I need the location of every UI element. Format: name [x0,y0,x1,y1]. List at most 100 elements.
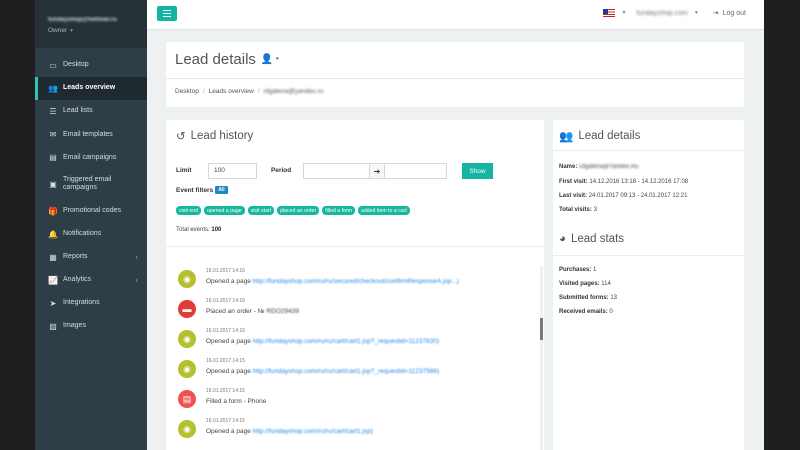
user-email: fundayshop@hotmail.ru [48,17,117,23]
tag-added-to-cart[interactable]: added item to a cart [358,206,410,215]
event-link[interactable]: http://fundayshop.com/ru/ru/cart/cart1.j… [253,428,373,435]
period-label: Period [271,167,292,174]
sidebar-item-images[interactable]: ▨ Images [35,315,147,338]
users-icon: 👥 [559,131,574,143]
period-start-input[interactable] [303,163,370,179]
scrollbar-thumb[interactable] [540,318,543,340]
total-events-value: 100 [211,227,222,233]
lead-last-visit: Last visit: 24.01.2017 09:13 - 24.01.201… [559,193,688,199]
sidebar-item-triggered-campaigns[interactable]: ▣ Triggered email campaigns [35,169,147,199]
stat-purchases: Purchases: 1 [559,267,597,273]
gift-icon: 🎁 [48,206,58,216]
page-title: Lead details 👤◔ [175,51,279,68]
chevron-left-icon: ‹ [135,252,138,262]
event-time: 16.01.2017 14:16 [206,328,245,334]
event-text: Filled a form - Phone [206,398,267,405]
limit-label: Limit [176,167,192,174]
sidebar-item-leads-overview[interactable]: 👥 Leads overview [35,77,147,101]
period-end-input[interactable] [384,163,447,179]
sidebar-item-desktop[interactable]: ▭ Desktop [35,54,147,77]
topbar-right: ▼ fundayshop.com ▼ ⇥ Log out [603,9,746,17]
sidebar-item-email-campaigns[interactable]: ▤ Email campaigns [35,146,147,169]
report-icon: ▦ [49,252,57,262]
sidebar-item-reports[interactable]: ▦ Reports ‹ [35,246,147,269]
sidebar-item-promotional-codes[interactable]: 🎁 Promotional codes [35,199,147,222]
eye-icon: ◉ [178,330,196,348]
eye-icon: ◉ [178,420,196,438]
arrow-right-icon: ➔ [370,163,384,179]
user-block[interactable]: fundayshop@hotmail.ru Owner ▼ [35,0,147,48]
credit-card-icon: ▬ [178,300,196,318]
sidebar-item-label: Integrations [63,299,100,307]
sidebar-item-label: Reports [63,252,88,260]
lead-details-panel: 👥 Lead details Name: Olgalena@Yandex.Ru … [553,120,744,450]
event-time: 16.01.2017 14:15 [206,418,245,424]
list-item: ◉ 16.01.2017 14:16 Opened a page http://… [166,264,506,294]
user-pie-icon: 👤◔ [260,54,280,65]
logout-button[interactable]: ⇥ Log out [712,9,746,18]
tag-opened-page[interactable]: opened a page [204,206,245,215]
logout-icon: ⇥ [712,10,719,17]
tag-filled-form[interactable]: filled a form [322,206,355,215]
users-icon: 👥 [48,84,58,94]
menu-toggle-button[interactable] [157,6,177,21]
breadcrumb-current: olgalena@yandex.ru [263,88,324,95]
chart-icon: 📈 [48,275,58,285]
event-time: 16.01.2017 14:15 [206,358,245,364]
lead-history-panel: ↺ Lead history Limit 100 Period ➔ Show E… [166,120,544,450]
event-text: Opened a page http://fundayshop.com/ru/r… [206,278,459,285]
lead-details-title: 👥 Lead details [559,130,641,143]
sidebar-item-integrations[interactable]: ➤ Integrations [35,292,147,315]
divider [166,78,744,79]
tag-placed-order[interactable]: placed an order [277,206,320,215]
list-item: ▬ 16.01.2017 14:16 Placed an order - № R… [166,294,506,324]
us-flag-icon[interactable] [603,9,616,17]
breadcrumb-desktop[interactable]: Desktop [175,88,199,95]
event-filters-label: Event filters All [176,186,228,194]
background-strip [764,0,800,450]
sidebar-item-label: Leads overview [63,84,116,92]
breadcrumb-leads-overview[interactable]: Leads overview [209,88,254,95]
event-time: 16.01.2017 14:15 [206,388,245,394]
event-filter-tags: visit end opened a page visit start plac… [176,206,410,215]
lead-stats-title: ◕ Lead stats [559,233,625,245]
sidebar-item-label: Lead lists [63,107,93,115]
eye-icon: ◉ [178,360,196,378]
logout-label: Log out [722,9,746,17]
list-item: ◉ 16.01.2017 14:15 Opened a page http://… [166,414,506,444]
tag-visit-start[interactable]: visit start [247,206,275,215]
scrollbar[interactable] [540,266,543,450]
event-time: 16.01.2017 14:16 [206,298,245,304]
list-icon: ☰ [49,107,57,117]
event-text: Opened a page http://fundayshop.com/ru/r… [206,428,373,435]
event-link[interactable]: http://fundayshop.com/ru/ru/secured/chec… [253,278,459,285]
list-item: ◉ 16.01.2017 14:16 Opened a page http://… [166,324,506,354]
image-icon: ▨ [49,321,57,331]
eye-icon: ◉ [178,270,196,288]
all-filter-button[interactable]: All [215,186,228,194]
event-text: Opened a page http://fundayshop.com/ru/r… [206,368,440,375]
user-role[interactable]: Owner ▼ [48,27,147,34]
tag-visit-end[interactable]: visit end [176,206,202,215]
divider [553,255,744,256]
site-selector[interactable]: fundayshop.com [636,10,687,17]
sidebar-item-notifications[interactable]: 🔔 Notifications [35,223,147,246]
page-header-card: Lead details 👤◔ Desktop / Leads overview… [166,42,744,107]
pie-chart-icon: ◕ [559,233,566,245]
sidebar-item-lead-lists[interactable]: ☰ Lead lists [35,100,147,123]
sidebar-item-analytics[interactable]: 📈 Analytics ‹ [35,269,147,292]
show-button[interactable]: Show [462,163,493,179]
lead-history-title: ↺ Lead history [176,130,254,143]
divider [166,246,544,247]
event-link[interactable]: http://fundayshop.com/ru/ru/cart/cart1.j… [253,368,440,375]
stat-received-emails: Received emails: 0 [559,309,613,315]
sidebar-item-label: Images [63,322,86,330]
event-link[interactable]: http://fundayshop.com/ru/ru/cart/cart1.j… [253,338,440,345]
limit-input[interactable]: 100 [208,163,257,179]
breadcrumb: Desktop / Leads overview / olgalena@yand… [175,88,324,95]
sidebar-item-email-templates[interactable]: ✉ Email templates [35,123,147,146]
page-title-text: Lead details [175,51,256,68]
list-item: ◉ 16.01.2017 14:15 Opened a page http://… [166,354,506,384]
sidebar-item-label: Triggered email campaigns [62,175,112,192]
email-campaign-icon: ▤ [49,153,57,163]
